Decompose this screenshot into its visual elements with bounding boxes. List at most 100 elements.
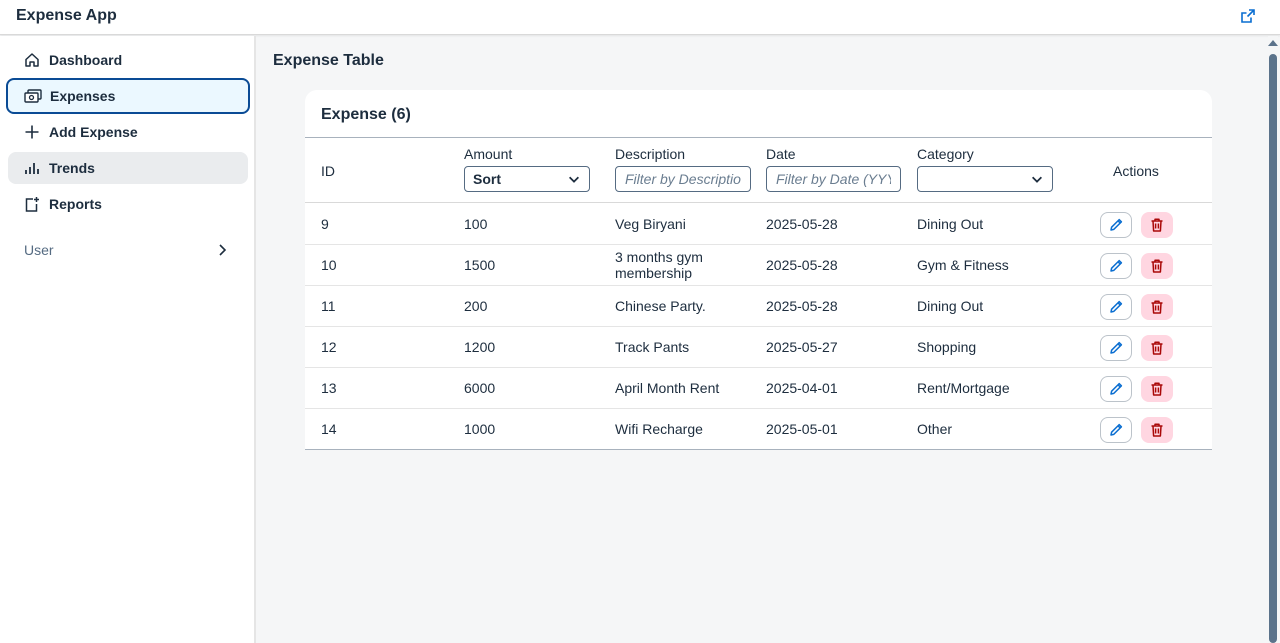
table-title: Expense (6) — [321, 106, 411, 123]
nav-item-add-expense[interactable]: Add Expense — [8, 116, 248, 148]
cell-amount: 1000 — [464, 421, 496, 437]
table-row[interactable]: 14 1000 Wifi Recharge 2025-05-01 Other — [305, 409, 1212, 450]
nav-group-label: User — [24, 242, 54, 258]
cell-id: 10 — [321, 257, 337, 273]
delete-button[interactable] — [1141, 417, 1173, 443]
chevron-down-icon — [1032, 176, 1042, 183]
side-navigation: Dashboard Expenses Add Expense Trends Re… — [0, 36, 256, 643]
app-title: Expense App — [16, 7, 117, 24]
pencil-icon — [1110, 423, 1123, 436]
chevron-right-icon — [219, 244, 227, 256]
edit-button[interactable] — [1100, 417, 1132, 443]
column-header-date: Date — [766, 146, 796, 162]
chevron-down-icon — [569, 176, 579, 183]
pencil-icon — [1110, 341, 1123, 354]
money-bills-icon — [24, 87, 42, 105]
cell-date: 2025-05-28 — [766, 257, 838, 273]
cell-amount: 1500 — [464, 257, 496, 273]
cell-date: 2025-05-01 — [766, 421, 838, 437]
edit-button[interactable] — [1100, 253, 1132, 279]
sort-select-value: Sort — [473, 171, 501, 187]
cell-amount: 100 — [464, 216, 488, 232]
cell-category: Other — [917, 421, 953, 437]
cell-description: Wifi Recharge — [615, 421, 703, 437]
table-row[interactable]: 9 100 Veg Biryani 2025-05-28 Dining Out — [305, 204, 1212, 245]
table-row[interactable]: 10 1500 3 months gym membership 2025-05-28 G… — [305, 245, 1212, 286]
delete-button[interactable] — [1141, 294, 1173, 320]
column-header-actions: Actions — [1113, 163, 1159, 179]
cell-description: Chinese Party. — [615, 298, 706, 314]
table-header: ID Amount Sort Description Date Category… — [305, 137, 1212, 203]
delete-button[interactable] — [1141, 376, 1173, 402]
edit-button[interactable] — [1100, 212, 1132, 238]
cell-amount: 200 — [464, 298, 488, 314]
edit-button[interactable] — [1100, 294, 1132, 320]
description-filter-input[interactable] — [615, 166, 751, 192]
table-row[interactable]: 13 6000 April Month Rent 2025-04-01 Rent/Mor… — [305, 368, 1212, 409]
trash-icon — [1151, 341, 1163, 355]
table-row[interactable]: 12 1200 Track Pants 2025-05-27 Shopping — [305, 327, 1212, 368]
cell-id: 13 — [321, 380, 337, 396]
cell-id: 9 — [321, 216, 329, 232]
nav-item-reports[interactable]: Reports — [8, 188, 248, 220]
cell-date: 2025-04-01 — [766, 380, 838, 396]
cell-date: 2025-05-28 — [766, 216, 838, 232]
cell-id: 11 — [321, 298, 336, 314]
pencil-icon — [1110, 300, 1123, 313]
table-row[interactable]: 11 200 Chinese Party. 2025-05-28 Dining Out — [305, 286, 1212, 327]
cell-date: 2025-05-27 — [766, 339, 838, 355]
edit-button[interactable] — [1100, 376, 1132, 402]
pencil-icon — [1110, 259, 1123, 272]
edit-button[interactable] — [1100, 335, 1132, 361]
scrollbar-thumb[interactable] — [1269, 54, 1277, 643]
nav-item-label: Dashboard — [49, 52, 123, 68]
trash-icon — [1151, 300, 1163, 314]
cell-category: Gym & Fitness — [917, 257, 1009, 273]
expense-table-card: Expense (6) ID Amount Sort Description D… — [305, 90, 1212, 450]
trash-icon — [1151, 423, 1163, 437]
delete-button[interactable] — [1141, 335, 1173, 361]
delete-button[interactable] — [1141, 212, 1173, 238]
nav-item-label: Add Expense — [49, 124, 138, 140]
cell-description: Veg Biryani — [615, 216, 686, 232]
cell-description: Track Pants — [615, 339, 690, 355]
category-filter-select[interactable] — [917, 166, 1053, 192]
cell-date: 2025-05-28 — [766, 298, 838, 314]
trash-icon — [1151, 218, 1163, 232]
cell-category: Dining Out — [917, 216, 984, 232]
nav-item-trends[interactable]: Trends — [8, 152, 248, 184]
delete-button[interactable] — [1141, 253, 1173, 279]
cell-category: Rent/Mortgage — [917, 380, 1010, 396]
cell-category: Dining Out — [917, 298, 984, 314]
nav-item-dashboard[interactable]: Dashboard — [8, 44, 248, 76]
nav-item-label: Trends — [49, 160, 95, 176]
add-icon — [23, 123, 41, 141]
cell-description: 3 months gym membership — [615, 249, 703, 281]
shell-bar: Expense App — [0, 0, 1280, 35]
share-button[interactable] — [1238, 6, 1258, 26]
cell-category: Shopping — [917, 339, 977, 355]
pencil-icon — [1110, 382, 1123, 395]
cell-amount: 1200 — [464, 339, 496, 355]
page-title: Expense Table — [273, 52, 384, 69]
main-content: Expense Table Expense (6) ID Amount Sort… — [258, 36, 1268, 643]
column-header-description: Description — [615, 146, 686, 162]
home-icon — [23, 51, 41, 69]
scroll-up-arrow[interactable] — [1268, 40, 1278, 46]
document-add-icon — [23, 195, 41, 213]
trash-icon — [1151, 259, 1163, 273]
cell-description: April Month Rent — [615, 380, 720, 396]
column-header-amount: Amount — [464, 146, 513, 162]
nav-item-expenses[interactable]: Expenses — [6, 78, 250, 114]
amount-sort-select[interactable]: Sort — [464, 166, 590, 192]
nav-group-user[interactable]: User — [8, 234, 248, 266]
cell-id: 12 — [321, 339, 337, 355]
date-filter-input[interactable] — [766, 166, 901, 192]
nav-item-label: Expenses — [50, 88, 116, 104]
pencil-icon — [1110, 218, 1123, 231]
column-header-category: Category — [917, 146, 974, 162]
cell-id: 14 — [321, 421, 337, 437]
cell-amount: 6000 — [464, 380, 496, 396]
column-header-id: ID — [321, 163, 335, 179]
trash-icon — [1151, 382, 1163, 396]
